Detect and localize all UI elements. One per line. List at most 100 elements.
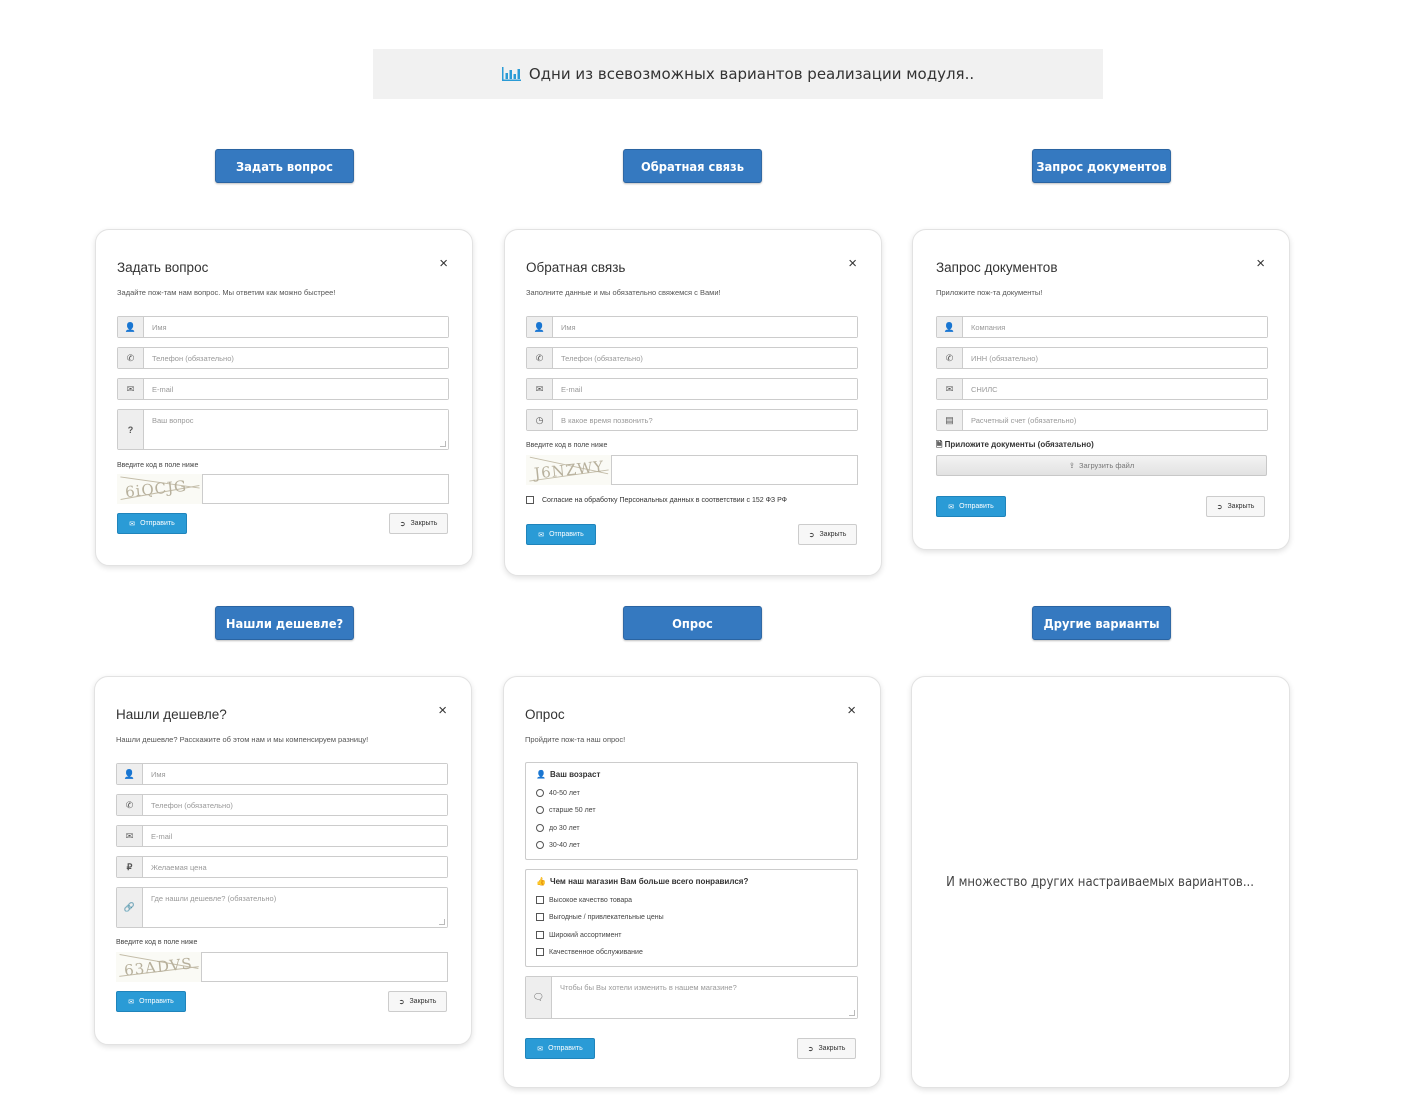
comments-icon: 🗨 — [526, 977, 552, 1018]
phone-field[interactable]: ✆ Телефон (обязательно) — [116, 794, 448, 816]
poll-modal: Опрос × Пройдите пож-та наш опрос! 👤 Ваш … — [503, 676, 881, 1088]
phone-icon: ✆ — [937, 348, 963, 368]
captcha-input[interactable] — [201, 952, 448, 982]
checkbox[interactable] — [536, 896, 544, 904]
sign-out-icon: ➲ — [808, 531, 815, 539]
radio-option[interactable]: 40-50 лет — [536, 789, 580, 797]
found-cheaper-button[interactable]: Нашли дешевле? — [215, 606, 354, 640]
close-icon[interactable]: × — [1256, 256, 1265, 271]
likes-fieldset: 👍 Чем наш магазин Вам больше всего понрав… — [525, 869, 858, 967]
name-field[interactable]: 👤 Имя — [526, 316, 858, 338]
captcha-image: 6iQCJG — [117, 474, 202, 504]
modal-subtitle: Заполните данные и мы обязательно свяжем… — [526, 288, 721, 297]
modal-subtitle: Нашли дешевле? Расскажите об этом нам и … — [116, 735, 369, 744]
close-icon[interactable]: × — [438, 703, 447, 718]
radio-option[interactable]: 30-40 лет — [536, 841, 580, 849]
phone-icon: ✆ — [527, 348, 553, 368]
poll-button[interactable]: Опрос — [623, 606, 762, 640]
captcha-image: J6NZWY — [526, 455, 611, 485]
user-icon: 👤 — [527, 317, 553, 337]
captcha-label: Введите код в поле ниже — [117, 462, 199, 469]
feedback-button[interactable]: Обратная связь — [623, 149, 762, 183]
documents-request-button[interactable]: Запрос документов — [1032, 149, 1171, 183]
radio-option[interactable]: старше 50 лет — [536, 806, 596, 814]
envelope-icon: ✉ — [129, 520, 136, 528]
envelope-icon: ✉ — [537, 1045, 544, 1053]
send-button[interactable]: ✉ Отправить — [525, 1038, 595, 1059]
checkbox[interactable] — [526, 496, 534, 504]
close-icon[interactable]: × — [848, 256, 857, 271]
radio[interactable] — [536, 841, 544, 849]
captcha: 63ADVS — [116, 952, 448, 982]
radio[interactable] — [536, 824, 544, 832]
user-icon: 👤 — [937, 317, 963, 337]
company-field[interactable]: 👤 Компания — [936, 316, 1268, 338]
email-field[interactable]: ✉ E-mail — [117, 378, 449, 400]
radio[interactable] — [536, 806, 544, 814]
fieldset-title: 👍 Чем наш магазин Вам больше всего понрав… — [536, 877, 749, 886]
captcha-input[interactable] — [202, 474, 449, 504]
fieldset-title: 👤 Ваш возраст — [536, 770, 601, 779]
upload-file-button[interactable]: ⇪ Загрузить файл — [936, 455, 1267, 476]
name-field[interactable]: 👤 Имя — [116, 763, 448, 785]
radio[interactable] — [536, 789, 544, 797]
call-time-field[interactable]: ◷ В какое время позвонить? — [526, 409, 858, 431]
price-field[interactable]: ₽ Желаемая цена — [116, 856, 448, 878]
close-button[interactable]: ➲ Закрыть — [388, 991, 447, 1012]
sign-out-icon: ➲ — [807, 1045, 814, 1053]
close-button[interactable]: ➲ Закрыть — [797, 1038, 856, 1059]
send-button[interactable]: ✉ Отправить — [936, 496, 1006, 517]
phone-icon: ✆ — [117, 795, 143, 815]
clock-icon: ◷ — [527, 410, 553, 430]
ask-question-button[interactable]: Задать вопрос — [215, 149, 354, 183]
radio-option[interactable]: до 30 лет — [536, 824, 580, 832]
checkbox[interactable] — [536, 948, 544, 956]
close-button[interactable]: ➲ Закрыть — [1206, 496, 1265, 517]
ask-question-modal: Задать вопрос × Задайте пож-там нам вопр… — [95, 229, 473, 566]
account-field[interactable]: ▤ Расчетный счет (обязательно) — [936, 409, 1268, 431]
change-textarea[interactable]: 🗨 Чтобы бы Вы хотели изменить в нашем маг… — [525, 976, 858, 1019]
email-field[interactable]: ✉ E-mail — [526, 378, 858, 400]
send-button[interactable]: ✉ Отправить — [117, 513, 187, 534]
close-icon[interactable]: × — [847, 703, 856, 718]
sign-out-icon: ➲ — [399, 520, 406, 528]
user-icon: 👤 — [536, 770, 546, 779]
send-button[interactable]: ✉ Отправить — [116, 991, 186, 1012]
question-icon: ? — [118, 410, 144, 449]
captcha-label: Введите код в поле ниже — [526, 442, 608, 449]
email-field[interactable]: ✉ E-mail — [116, 825, 448, 847]
sign-out-icon: ➲ — [398, 998, 405, 1006]
send-button[interactable]: ✉ Отправить — [526, 524, 596, 545]
attach-label: 🗎 Приложите документы (обязательно) — [936, 440, 1094, 449]
sign-out-icon: ➲ — [1216, 503, 1223, 511]
feedback-modal: Обратная связь × Заполните данные и мы о… — [504, 229, 882, 576]
close-button[interactable]: ➲ Закрыть — [389, 513, 448, 534]
close-button[interactable]: ➲ Закрыть — [798, 524, 857, 545]
checkbox[interactable] — [536, 913, 544, 921]
where-cheaper-textarea[interactable]: 🔗 Где нашли дешевле? (обязательно) — [116, 887, 448, 928]
captcha-input[interactable] — [611, 455, 858, 485]
envelope-icon: ✉ — [117, 826, 143, 846]
other-variants-button[interactable]: Другие варианты — [1032, 606, 1171, 640]
inn-field[interactable]: ✆ ИНН (обязательно) — [936, 347, 1268, 369]
name-field[interactable]: 👤 Имя — [117, 316, 449, 338]
checkbox-option[interactable]: Высокое качество товара — [536, 896, 632, 904]
checkbox-option[interactable]: Широкий ассортимент — [536, 931, 621, 939]
captcha: 6iQCJG — [117, 474, 449, 504]
close-icon[interactable]: × — [439, 256, 448, 271]
banner: Одни из всевозможных вариантов реализаци… — [373, 49, 1103, 99]
phone-field[interactable]: ✆ Телефон (обязательно) — [117, 347, 449, 369]
modal-subtitle: Задайте пож-там нам вопрос. Мы ответим к… — [117, 288, 336, 297]
question-textarea[interactable]: ? Ваш вопрос — [117, 409, 449, 450]
envelope-icon: ✉ — [118, 379, 144, 399]
banner-text: Одни из всевозможных вариантов реализаци… — [528, 65, 975, 83]
checkbox-option[interactable]: Качественное обслуживание — [536, 948, 643, 956]
captcha-image: 63ADVS — [116, 952, 201, 982]
phone-field[interactable]: ✆ Телефон (обязательно) — [526, 347, 858, 369]
envelope-icon: ✉ — [527, 379, 553, 399]
consent-checkbox[interactable]: Согласие на обработку Персональных данны… — [526, 496, 787, 504]
envelope-icon: ✉ — [538, 531, 545, 539]
snils-field[interactable]: ✉ СНИЛС — [936, 378, 1268, 400]
checkbox[interactable] — [536, 931, 544, 939]
checkbox-option[interactable]: Выгодные / привлекательные цены — [536, 913, 664, 921]
